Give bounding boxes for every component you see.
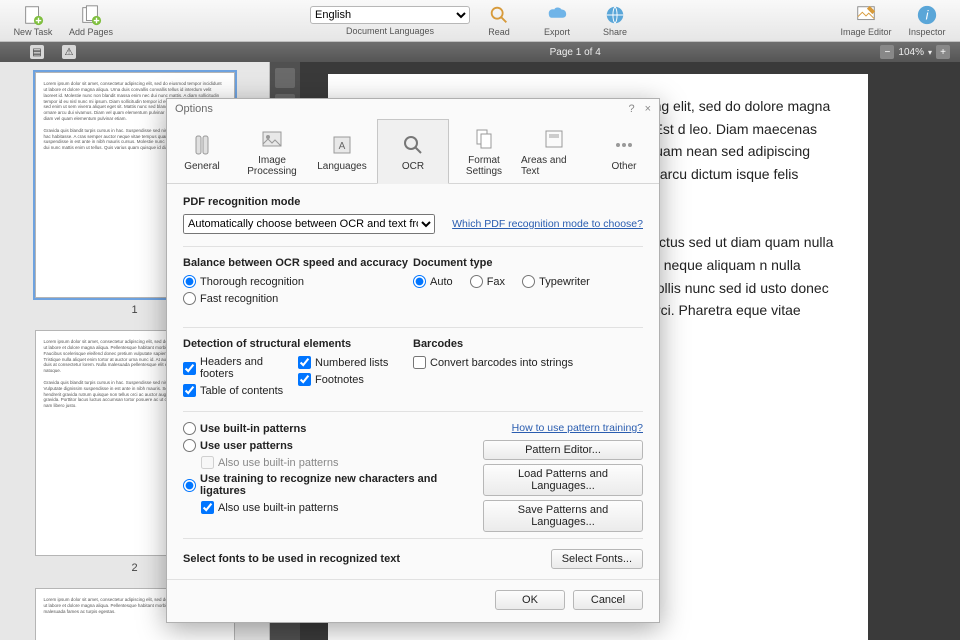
tab-image-processing[interactable]: Image Processing — [237, 119, 307, 183]
barcodes-checkbox[interactable]: Convert barcodes into strings — [413, 356, 573, 369]
areas-icon — [541, 127, 567, 151]
pdf-mode-help-link[interactable]: Which PDF recognition mode to choose? — [452, 218, 643, 230]
structural-label: Detection of structural elements — [183, 338, 413, 350]
zoom-level: 104% — [898, 47, 924, 58]
zoom-in-button[interactable]: + — [936, 45, 950, 59]
language-select[interactable]: English — [310, 6, 470, 24]
new-task-icon — [22, 4, 44, 26]
share-button[interactable]: Share — [586, 0, 644, 42]
fast-radio[interactable]: Fast recognition — [183, 292, 278, 305]
auto-radio[interactable]: Auto — [413, 275, 453, 288]
main-toolbar: New Task Add Pages English Document Lang… — [0, 0, 960, 42]
help-icon[interactable]: ? — [628, 103, 634, 115]
export-button[interactable]: Export — [528, 0, 586, 42]
other-icon — [611, 133, 637, 157]
footnotes-checkbox[interactable]: Footnotes — [298, 373, 364, 386]
read-icon — [488, 4, 510, 26]
training-radio[interactable]: Use training to recognize new characters… — [183, 473, 459, 497]
image-editor-button[interactable]: Image Editor — [834, 0, 898, 42]
also-builtin-1-checkbox: Also use built-in patterns — [201, 456, 338, 469]
new-task-button[interactable]: New Task — [4, 0, 62, 42]
pattern-editor-button[interactable]: Pattern Editor... — [483, 440, 643, 460]
cancel-button[interactable]: Cancel — [573, 590, 643, 610]
format-icon — [471, 127, 497, 151]
thorough-radio[interactable]: Thorough recognition — [183, 275, 304, 288]
pattern-help-link[interactable]: How to use pattern training? — [512, 422, 643, 434]
doctype-label: Document type — [413, 257, 643, 269]
balance-label: Balance between OCR speed and accuracy — [183, 257, 413, 269]
add-pages-button[interactable]: Add Pages — [62, 0, 120, 42]
inspector-icon: i — [916, 4, 938, 26]
tab-other[interactable]: Other — [589, 119, 659, 183]
toc-checkbox[interactable]: Table of contents — [183, 384, 283, 397]
load-patterns-button[interactable]: Load Patterns and Languages... — [483, 464, 643, 496]
tab-areas-text[interactable]: Areas and Text — [519, 119, 589, 183]
select-fonts-button[interactable]: Select Fonts... — [551, 549, 643, 569]
zoom-out-button[interactable]: − — [880, 45, 894, 59]
options-dialog: Options ? × General Image Processing ALan… — [166, 98, 660, 623]
warnings-tab-icon[interactable]: ⚠ — [62, 45, 76, 59]
tab-languages[interactable]: ALanguages — [307, 119, 377, 183]
numbered-checkbox[interactable]: Numbered lists — [298, 356, 388, 369]
add-pages-icon — [80, 4, 102, 26]
dialog-tabs: General Image Processing ALanguages OCR … — [167, 119, 659, 184]
image-processing-icon — [259, 127, 285, 151]
fonts-label: Select fonts to be used in recognized te… — [183, 553, 400, 565]
tool-button-1[interactable] — [275, 68, 295, 88]
image-editor-icon — [855, 4, 877, 26]
tab-format-settings[interactable]: Format Settings — [449, 119, 519, 183]
also-builtin-2-checkbox[interactable]: Also use built-in patterns — [201, 501, 338, 514]
tab-general[interactable]: General — [167, 119, 237, 183]
close-icon[interactable]: × — [645, 103, 651, 115]
user-patterns-radio[interactable]: Use user patterns — [183, 439, 293, 452]
ocr-icon — [400, 133, 426, 157]
share-icon — [604, 4, 626, 26]
page-bar: ▤ ⚠ Page 1 of 4 − 104% ▾ + — [0, 42, 960, 62]
export-icon — [546, 4, 568, 26]
headers-checkbox[interactable]: Headers and footers — [183, 356, 284, 380]
thumbnails-tab-icon[interactable]: ▤ — [30, 45, 44, 59]
tab-ocr[interactable]: OCR — [377, 119, 449, 184]
dialog-title: Options — [175, 103, 213, 115]
languages-icon: A — [329, 133, 355, 157]
builtin-patterns-radio[interactable]: Use built-in patterns — [183, 422, 306, 435]
read-button[interactable]: Read — [470, 0, 528, 42]
svg-text:A: A — [339, 141, 346, 152]
general-icon — [189, 133, 215, 157]
ok-button[interactable]: OK — [495, 590, 565, 610]
barcodes-label: Barcodes — [413, 338, 643, 350]
fax-radio[interactable]: Fax — [470, 275, 505, 288]
inspector-button[interactable]: i Inspector — [898, 0, 956, 42]
page-indicator: Page 1 of 4 — [270, 47, 880, 58]
typewriter-radio[interactable]: Typewriter — [522, 275, 590, 288]
pdf-mode-select[interactable]: Automatically choose between OCR and tex… — [183, 214, 435, 234]
zoom-dropdown-icon[interactable]: ▾ — [928, 48, 932, 57]
pdf-mode-label: PDF recognition mode — [183, 196, 643, 208]
save-patterns-button[interactable]: Save Patterns and Languages... — [483, 500, 643, 532]
language-selector: English Document Languages — [310, 6, 470, 36]
